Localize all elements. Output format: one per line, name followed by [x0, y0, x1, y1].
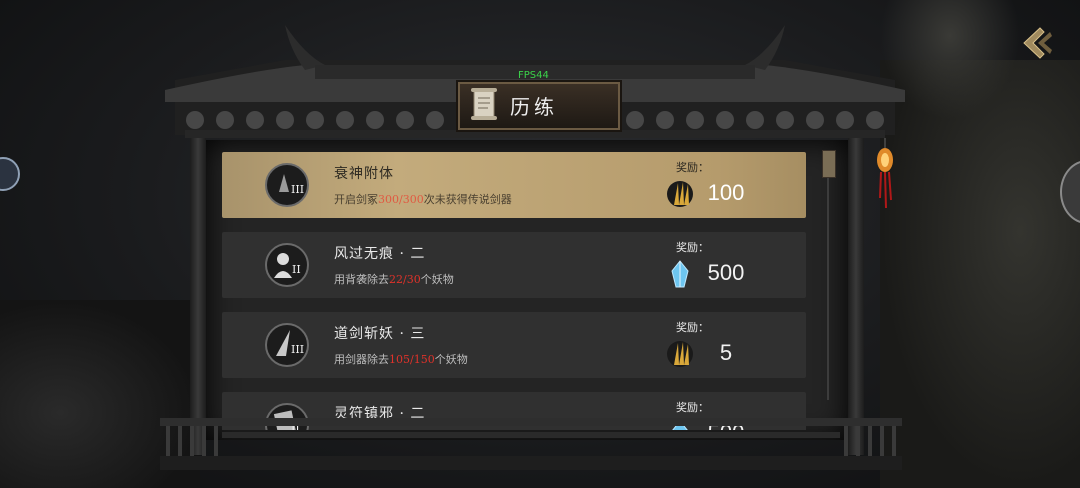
- task-name: 风过无痕 · 二: [334, 246, 426, 262]
- reward-amount: 100: [707, 180, 745, 205]
- tier-label: III: [291, 343, 304, 356]
- task-name: 道剑斩妖 · 三: [334, 326, 426, 342]
- task-progress: 105/150: [389, 353, 435, 366]
- pavilion-railing: [160, 418, 902, 470]
- task-medal-icon: III: [265, 163, 309, 207]
- tier-label: II: [292, 263, 301, 276]
- pavilion-post-right: [848, 135, 864, 455]
- task-list[interactable]: III 衰神附体 开启剑冢300/300次未获得传说剑器 奖励： 100 II …: [222, 150, 810, 430]
- gold-sword-shards-icon: [667, 181, 693, 207]
- task-progress: 22/30: [389, 273, 421, 286]
- scroll-thumb[interactable]: [822, 150, 836, 178]
- task-row[interactable]: III 衰神附体 开启剑冢300/300次未获得传说剑器 奖励： 100: [222, 152, 806, 218]
- task-list-scrollbar[interactable]: [822, 150, 836, 400]
- task-row[interactable]: III 道剑斩妖 · 三 用剑器除去105/150个妖物 奖励： 5: [222, 312, 806, 378]
- left-edge-button[interactable]: [0, 157, 20, 191]
- scroll-track: [827, 176, 829, 400]
- task-desc: 开启剑冢300/300次未获得传说剑器: [334, 193, 512, 206]
- reward-label: 奖励：: [676, 401, 709, 414]
- back-arrow-icon[interactable]: [1018, 22, 1060, 64]
- blue-crystal-icon: [671, 260, 689, 288]
- task-desc: 用背袭除去22/30个妖物: [334, 273, 454, 286]
- gold-sword-shards-icon: [667, 341, 693, 367]
- page-title: 历练: [510, 95, 558, 119]
- task-name: 衰神附体: [334, 166, 394, 182]
- scroll-icon: [471, 88, 497, 120]
- task-row[interactable]: II 风过无痕 · 二 用背袭除去22/30个妖物 奖励： 500: [222, 232, 806, 298]
- task-medal-icon: II: [265, 243, 309, 287]
- reward-label: 奖励：: [676, 161, 709, 174]
- reward-label: 奖励：: [676, 241, 709, 254]
- tier-label: III: [291, 183, 304, 196]
- reward-amount: 500: [707, 260, 745, 285]
- background-rock-right: [880, 60, 1080, 488]
- reward-label: 奖励：: [676, 321, 709, 334]
- task-progress: 300/300: [378, 193, 424, 206]
- pavilion-post-left: [190, 135, 206, 455]
- lantern-icon: [877, 138, 893, 209]
- fps-counter: FPS44: [518, 70, 549, 81]
- task-medal-icon: III: [265, 323, 309, 367]
- reward-amount: 5: [719, 340, 733, 365]
- task-desc: 用剑器除去105/150个妖物: [334, 353, 468, 366]
